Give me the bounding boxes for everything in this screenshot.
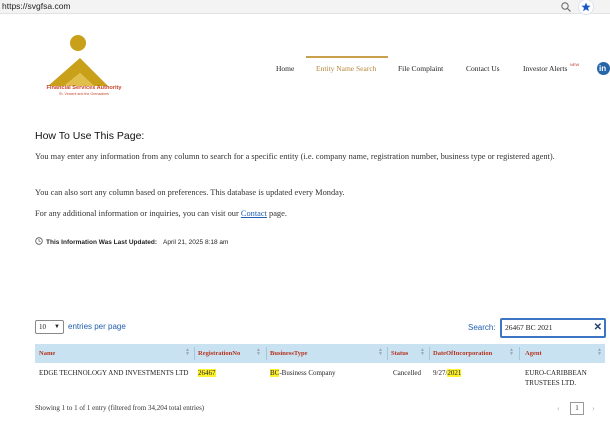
col-businesstype-header[interactable]: BusinessType	[270, 344, 307, 363]
bookmark-star-icon[interactable]	[579, 0, 593, 14]
cell-registrationno: 26467	[198, 369, 216, 377]
entries-summary: Showing 1 to 1 of 1 entry (filtered from…	[35, 404, 205, 412]
table-header: Name ▲ ▼ RegistrationNo ▲ ▼ BusinessType ▲…	[35, 344, 605, 363]
column-divider	[519, 347, 520, 360]
nav-active-indicator	[306, 56, 388, 58]
sort-icon[interactable]: ▲ ▼	[378, 348, 383, 357]
sort-icon[interactable]: ▲ ▼	[420, 348, 425, 357]
entries-per-page-label: entries per page	[68, 322, 126, 332]
zoom-icon[interactable]	[560, 1, 572, 13]
last-updated-date: April 21, 2025	[163, 239, 204, 246]
pager-page-1[interactable]: 1	[570, 402, 584, 415]
search-input[interactable]: 26467 BC 2021 ✕	[500, 318, 606, 338]
nav-file-complaint[interactable]: File Complaint	[398, 64, 443, 73]
cell-status: Cancelled	[393, 369, 421, 377]
clock-icon	[35, 237, 43, 245]
sort-icon[interactable]: ▲ ▼	[256, 348, 261, 357]
column-divider	[194, 347, 195, 360]
column-divider	[429, 347, 430, 360]
nav-home[interactable]: Home	[276, 64, 294, 73]
sort-icon[interactable]: ▲ ▼	[509, 348, 514, 357]
col-dateofincorporation-header[interactable]: DateOfIncorporation	[433, 344, 492, 363]
cell-dateofincorporation: 9/27/2021	[433, 369, 462, 377]
entries-per-page-control: 10 ▼ entries per page	[35, 320, 126, 334]
url-text[interactable]: https://svgfsa.com	[2, 0, 71, 13]
intro-paragraph-3: For any additional information or inquir…	[35, 209, 287, 218]
clear-search-icon[interactable]: ✕	[594, 320, 602, 336]
last-updated-time: 8:18 am	[204, 239, 229, 246]
search-input-value[interactable]: 26467 BC 2021	[505, 320, 553, 336]
intro-paragraph-1: You may enter any information from any c…	[35, 152, 555, 161]
column-divider	[266, 347, 267, 360]
col-status-header[interactable]: Status	[391, 344, 408, 363]
cell-businesstype: BC-Business Company	[270, 369, 336, 377]
pager-next-button[interactable]: ›	[592, 404, 595, 413]
pager-prev-button[interactable]: ‹	[557, 404, 560, 413]
sort-icon[interactable]: ▲ ▼	[597, 348, 602, 357]
linkedin-icon[interactable]: in	[597, 62, 610, 75]
nav-entity-name-search[interactable]: Entity Name Search	[316, 64, 376, 73]
col-name-header[interactable]: Name	[39, 344, 55, 363]
cell-name: EDGE TECHNOLOGY AND INVESTMENTS LTD	[39, 369, 189, 377]
column-divider	[387, 347, 388, 360]
sort-icon[interactable]: ▲ ▼	[185, 348, 190, 357]
chevron-down-icon: ▼	[54, 324, 60, 330]
page-section-title: How To Use This Page:	[35, 130, 145, 142]
table-row[interactable]: EDGE TECHNOLOGY AND INVESTMENTS LTD 2646…	[35, 363, 605, 391]
search-label: Search:	[468, 323, 496, 332]
new-badge: NEW	[570, 62, 580, 67]
browser-address-bar[interactable]: https://svgfsa.com	[0, 0, 610, 14]
logo-org-name: Financial Services Authority	[46, 85, 122, 91]
col-registrationno-header[interactable]: RegistrationNo	[198, 344, 240, 363]
intro-paragraph-2: You can also sort any column based on pr…	[35, 188, 345, 197]
last-updated-label: This Information Was Last Updated:	[46, 239, 157, 246]
nav-investor-alerts[interactable]: Investor Alerts	[523, 64, 567, 73]
col-agent-header[interactable]: Agent	[525, 344, 542, 363]
contact-link[interactable]: Contact	[241, 209, 267, 218]
nav-contact-us[interactable]: Contact Us	[466, 64, 500, 73]
last-updated-row: This Information Was Last Updated: April …	[35, 237, 228, 246]
entries-per-page-select[interactable]: 10 ▼	[35, 320, 64, 334]
cell-agent: EURO-CARIBBEAN TRUSTEES LTD.	[525, 369, 587, 387]
logo-subtitle: St. Vincent and the Grenadines	[59, 92, 109, 96]
